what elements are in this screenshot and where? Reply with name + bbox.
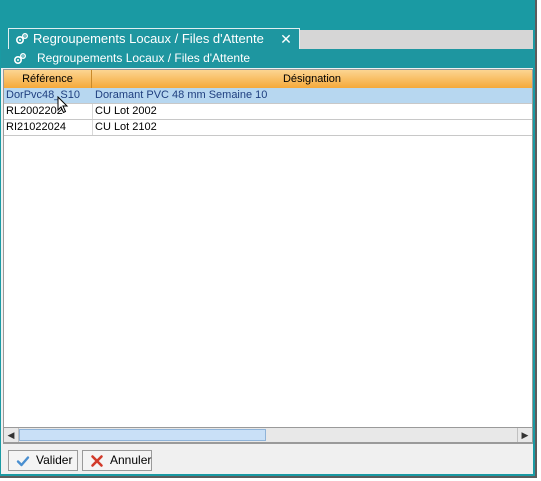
cell-designation: CU Lot 2102 bbox=[95, 121, 157, 133]
cancel-button[interactable]: Annuler bbox=[82, 450, 152, 471]
main-panel: Regroupements Locaux / Files d'Attente R… bbox=[1, 49, 533, 474]
tab-regroupements[interactable]: Regroupements Locaux / Files d'Attente ✕ bbox=[8, 28, 300, 50]
mouse-pointer-icon bbox=[57, 96, 69, 114]
scrollbar-thumb[interactable] bbox=[19, 429, 266, 441]
cell-designation: CU Lot 2002 bbox=[95, 105, 157, 117]
gears-icon bbox=[13, 53, 26, 65]
scroll-right-icon[interactable]: ▶ bbox=[517, 428, 532, 442]
gears-icon bbox=[15, 33, 28, 45]
cell-reference: RI21022024 bbox=[6, 121, 66, 133]
close-icon[interactable]: ✕ bbox=[279, 29, 293, 49]
column-header-reference[interactable]: Référence bbox=[4, 70, 92, 88]
data-grid[interactable]: Référence Désignation DorPvc48_S10 Doram… bbox=[3, 69, 533, 444]
cell-reference: RL2002202 bbox=[6, 105, 63, 117]
tabstrip-background bbox=[300, 30, 533, 49]
cell-reference: DorPvc48_S10 bbox=[6, 89, 80, 101]
scroll-left-icon[interactable]: ◀ bbox=[4, 428, 19, 442]
app-window: Regroupements Locaux / Files d'Attente ✕… bbox=[0, 0, 537, 478]
grid-header: Référence Désignation bbox=[4, 70, 532, 89]
column-header-designation[interactable]: Désignation bbox=[92, 70, 532, 88]
cell-designation: Doramant PVC 48 mm Semaine 10 bbox=[95, 89, 268, 101]
panel-header: Regroupements Locaux / Files d'Attente bbox=[1, 49, 533, 68]
tab-title: Regroupements Locaux / Files d'Attente bbox=[33, 31, 264, 46]
footer-bar: Valider Annuler bbox=[1, 446, 533, 474]
cancel-label: Annuler bbox=[110, 453, 152, 467]
checkmark-icon bbox=[16, 456, 30, 467]
validate-label: Valider bbox=[36, 453, 73, 467]
table-row[interactable]: RL2002202 CU Lot 2002 bbox=[4, 104, 532, 120]
cross-icon bbox=[91, 455, 103, 467]
table-row[interactable]: RI21022024 CU Lot 2102 bbox=[4, 120, 532, 136]
validate-button[interactable]: Valider bbox=[8, 450, 78, 471]
panel-title: Regroupements Locaux / Files d'Attente bbox=[37, 51, 251, 65]
horizontal-scrollbar[interactable]: ◀ ▶ bbox=[3, 427, 533, 443]
table-row[interactable]: DorPvc48_S10 Doramant PVC 48 mm Semaine … bbox=[4, 88, 532, 104]
